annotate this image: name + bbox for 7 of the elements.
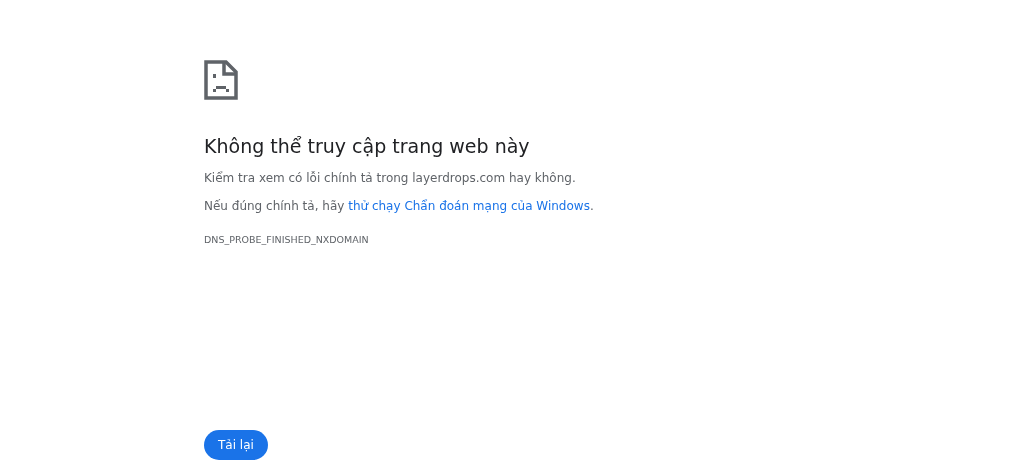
error-code: DNS_PROBE_FINISHED_NXDOMAIN [204,234,369,245]
reload-button[interactable]: Tải lại [204,430,268,460]
hint-text: Kiểm tra xem có lỗi chính tả trong layerdrops.com hay không. [204,170,576,186]
diagnostics-link[interactable]: thử chạy Chẩn đoán mạng của Windows [348,199,590,213]
sad-page-icon [204,60,238,100]
suggestion-text: Nếu đúng chính tả, hãy thử chạy Chẩn đoán mạng của Windows. [204,198,594,214]
page-heading: Không thể truy cập trang web này [204,134,530,158]
